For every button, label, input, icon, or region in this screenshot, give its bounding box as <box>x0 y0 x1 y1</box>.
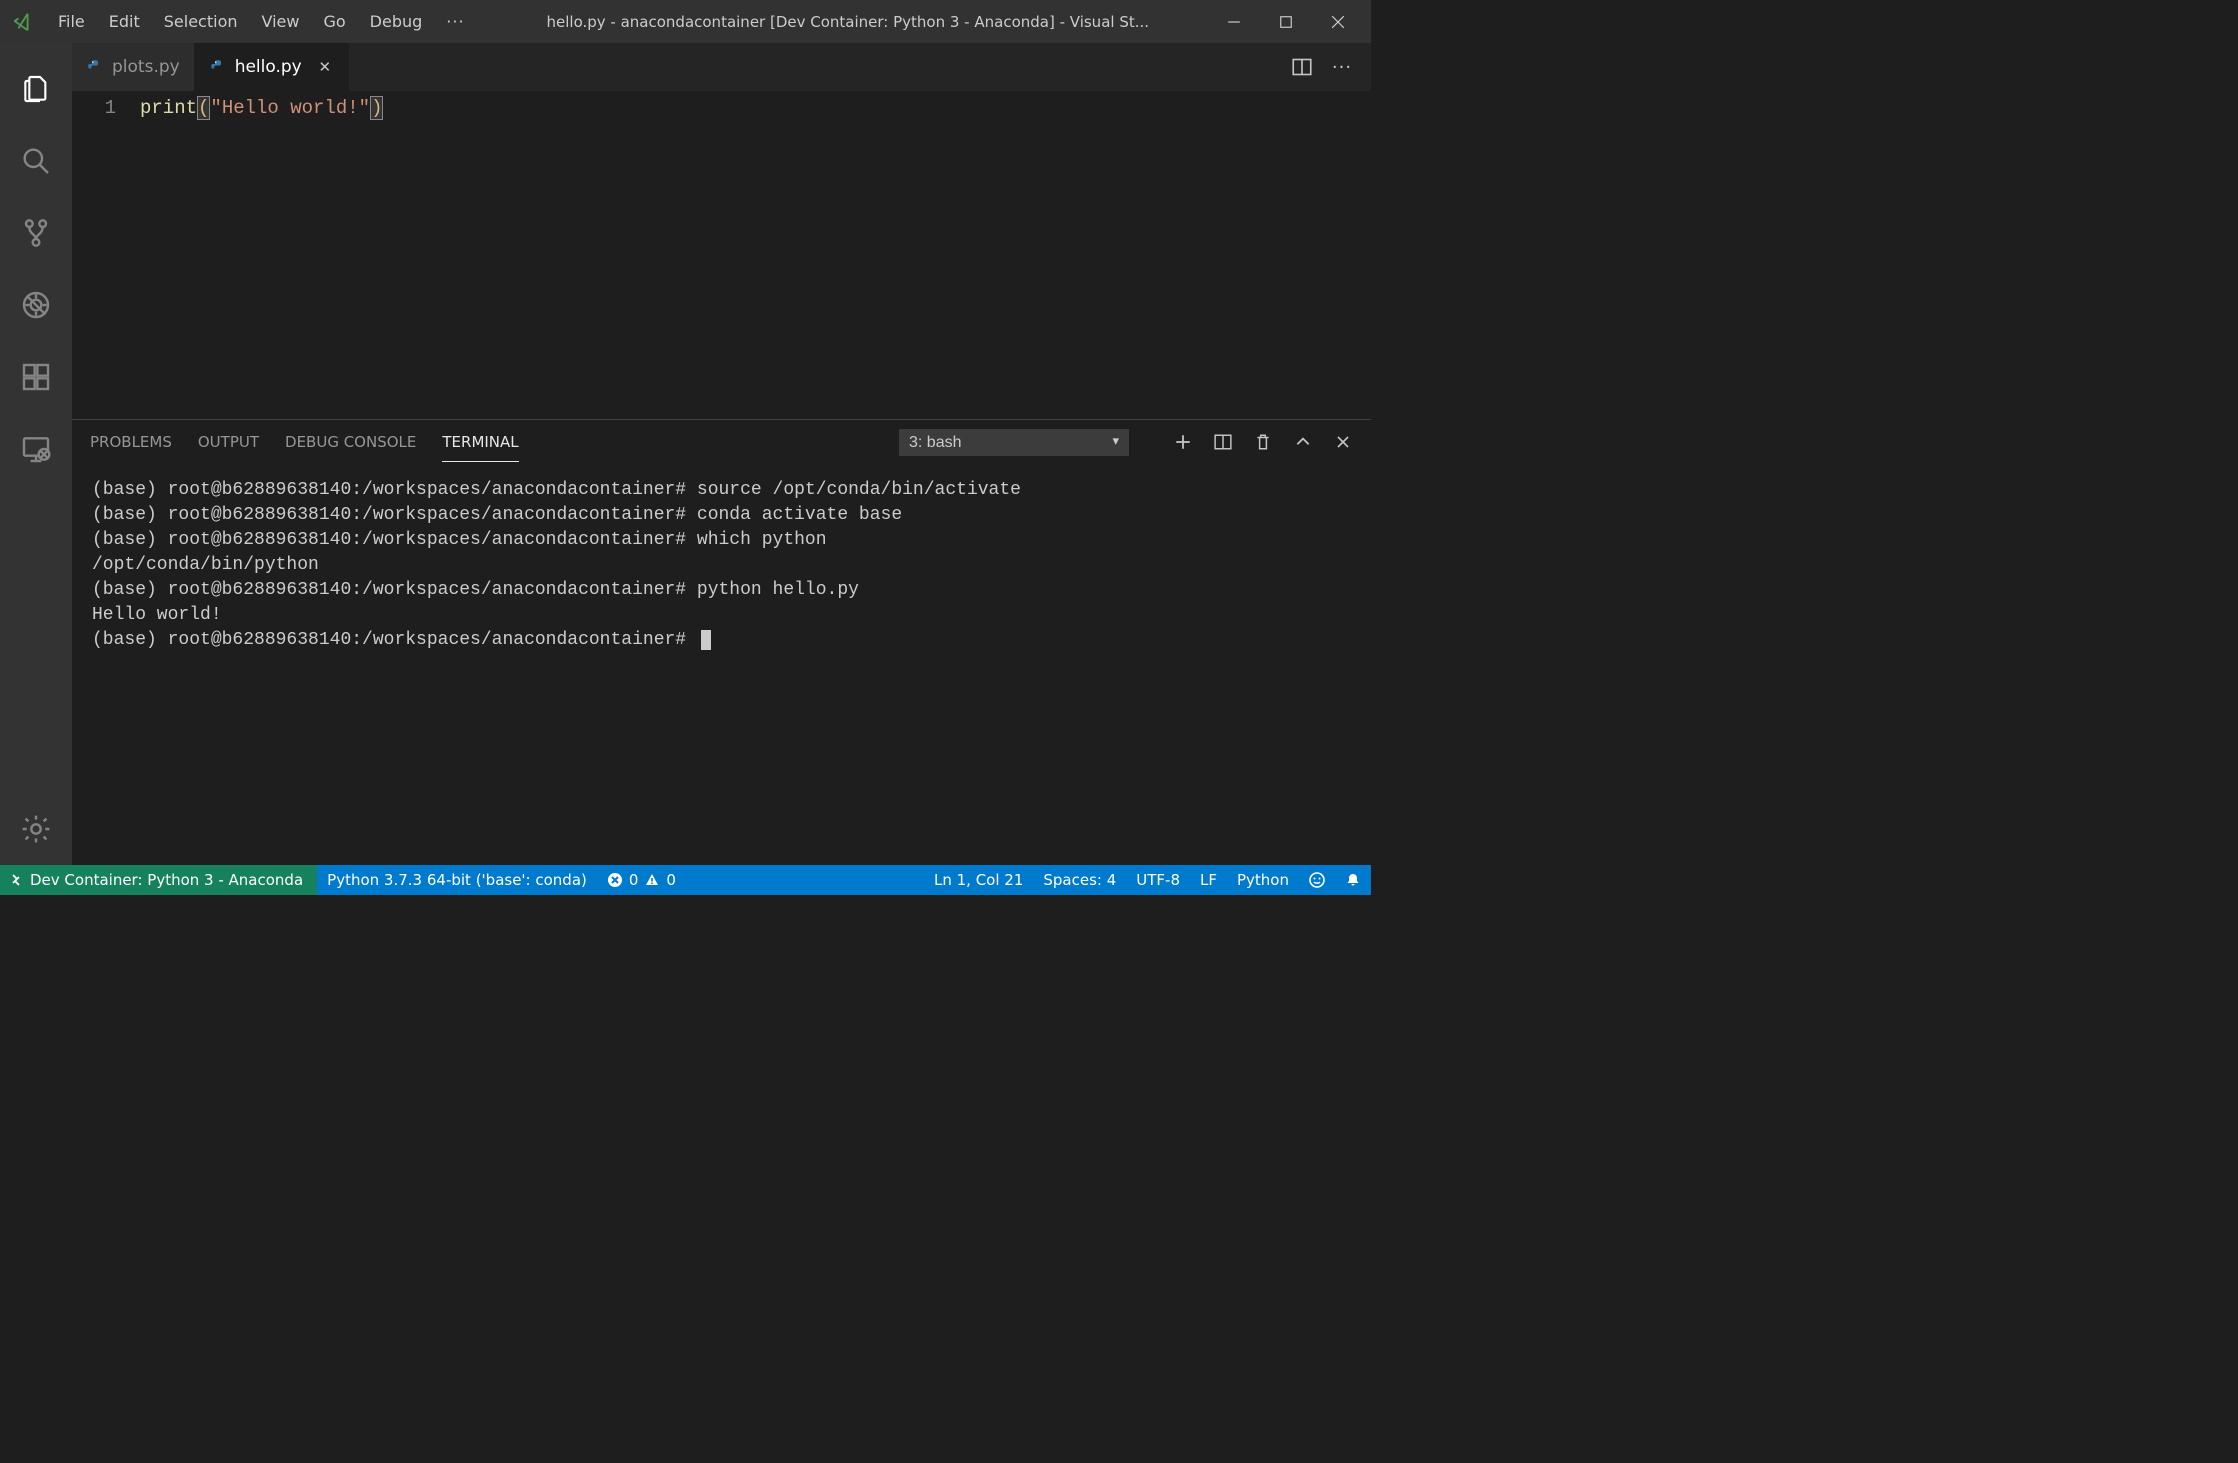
menu-go[interactable]: Go <box>311 6 357 37</box>
kill-terminal-button[interactable] <box>1253 432 1273 452</box>
vscode-logo-icon <box>12 11 34 33</box>
status-language-mode[interactable]: Python <box>1227 865 1299 895</box>
status-remote-label: Dev Container: Python 3 - Anaconda <box>30 871 303 889</box>
python-file-icon <box>209 58 227 76</box>
status-notifications[interactable] <box>1335 865 1371 895</box>
terminal-selector[interactable]: 3: bash <box>899 429 1129 456</box>
debug-icon <box>20 289 52 321</box>
line-number-gutter: 1 <box>72 91 140 419</box>
close-panel-button[interactable] <box>1333 432 1353 452</box>
split-panel-icon <box>1214 433 1232 451</box>
split-editor-icon <box>1292 57 1312 77</box>
code-content[interactable]: print("Hello world!") <box>140 91 383 419</box>
tab-label: plots.py <box>112 57 180 77</box>
more-icon: ··· <box>1332 57 1352 78</box>
close-icon <box>1335 434 1351 450</box>
window-controls <box>1219 7 1363 37</box>
smiley-icon <box>1309 872 1325 888</box>
activity-debug[interactable] <box>12 281 60 329</box>
code-editor[interactable]: 1 print("Hello world!") <box>72 91 1371 419</box>
window-title: hello.py - anacondacontainer [Dev Contai… <box>477 13 1219 31</box>
trash-icon <box>1254 433 1272 451</box>
tab-plots-py[interactable]: plots.py <box>72 43 195 91</box>
error-icon <box>607 872 623 888</box>
menu-selection[interactable]: Selection <box>152 6 250 37</box>
status-eol[interactable]: LF <box>1190 865 1227 895</box>
menu-bar: File Edit Selection View Go Debug ··· <box>46 6 477 37</box>
plus-icon <box>1174 433 1192 451</box>
python-file-icon <box>86 58 104 76</box>
remote-icon <box>8 872 24 888</box>
files-icon <box>20 73 52 105</box>
gear-icon <box>20 813 52 845</box>
activity-explorer[interactable] <box>12 65 60 113</box>
close-tab-icon[interactable]: ✕ <box>316 58 334 76</box>
close-button[interactable] <box>1323 7 1353 37</box>
menu-overflow[interactable]: ··· <box>434 6 476 37</box>
status-encoding[interactable]: UTF-8 <box>1126 865 1190 895</box>
panel-tab-output[interactable]: OUTPUT <box>198 423 259 461</box>
split-terminal-button[interactable] <box>1213 432 1233 452</box>
activity-bar <box>0 43 72 865</box>
warning-icon <box>644 872 660 888</box>
title-bar: File Edit Selection View Go Debug ··· he… <box>0 0 1371 43</box>
activity-remote-explorer[interactable] <box>12 425 60 473</box>
panel-tab-debug-console[interactable]: DEBUG CONSOLE <box>285 423 416 461</box>
editor-area: plots.py hello.py ✕ ··· <box>72 43 1371 865</box>
tab-label: hello.py <box>235 57 302 77</box>
line-number: 1 <box>72 95 116 121</box>
split-editor-button[interactable] <box>1291 56 1313 78</box>
bottom-panel: PROBLEMS OUTPUT DEBUG CONSOLE TERMINAL 3… <box>72 419 1371 865</box>
remote-explorer-icon <box>20 433 52 465</box>
status-remote-indicator[interactable]: Dev Container: Python 3 - Anaconda <box>0 865 317 895</box>
menu-debug[interactable]: Debug <box>358 6 435 37</box>
status-python-interpreter[interactable]: Python 3.7.3 64-bit ('base': conda) <box>317 865 597 895</box>
tab-bar: plots.py hello.py ✕ ··· <box>72 43 1371 91</box>
panel-tab-problems[interactable]: PROBLEMS <box>90 423 172 461</box>
status-bar: Dev Container: Python 3 - Anaconda Pytho… <box>0 865 1371 895</box>
terminal-cursor <box>701 630 711 650</box>
maximize-panel-button[interactable] <box>1293 432 1313 452</box>
extensions-icon <box>20 361 52 393</box>
status-indentation[interactable]: Spaces: 4 <box>1033 865 1126 895</box>
search-icon <box>20 145 52 177</box>
minimize-button[interactable] <box>1219 7 1249 37</box>
menu-view[interactable]: View <box>250 6 312 37</box>
activity-extensions[interactable] <box>12 353 60 401</box>
status-problems[interactable]: 0 0 <box>597 865 686 895</box>
status-feedback[interactable] <box>1299 865 1335 895</box>
new-terminal-button[interactable] <box>1173 432 1193 452</box>
activity-source-control[interactable] <box>12 209 60 257</box>
source-control-icon <box>20 217 52 249</box>
activity-search[interactable] <box>12 137 60 185</box>
status-cursor-position[interactable]: Ln 1, Col 21 <box>924 865 1033 895</box>
panel-tab-bar: PROBLEMS OUTPUT DEBUG CONSOLE TERMINAL 3… <box>72 420 1371 464</box>
menu-edit[interactable]: Edit <box>97 6 152 37</box>
activity-settings[interactable] <box>12 805 60 853</box>
tab-hello-py[interactable]: hello.py ✕ <box>195 43 349 91</box>
panel-tab-terminal[interactable]: TERMINAL <box>442 423 518 462</box>
editor-more-actions[interactable]: ··· <box>1331 56 1353 78</box>
menu-file[interactable]: File <box>46 6 97 37</box>
chevron-up-icon <box>1294 433 1312 451</box>
maximize-button[interactable] <box>1271 7 1301 37</box>
bell-icon <box>1345 872 1361 888</box>
terminal-output[interactable]: (base) root@b62889638140:/workspaces/ana… <box>72 464 1371 865</box>
